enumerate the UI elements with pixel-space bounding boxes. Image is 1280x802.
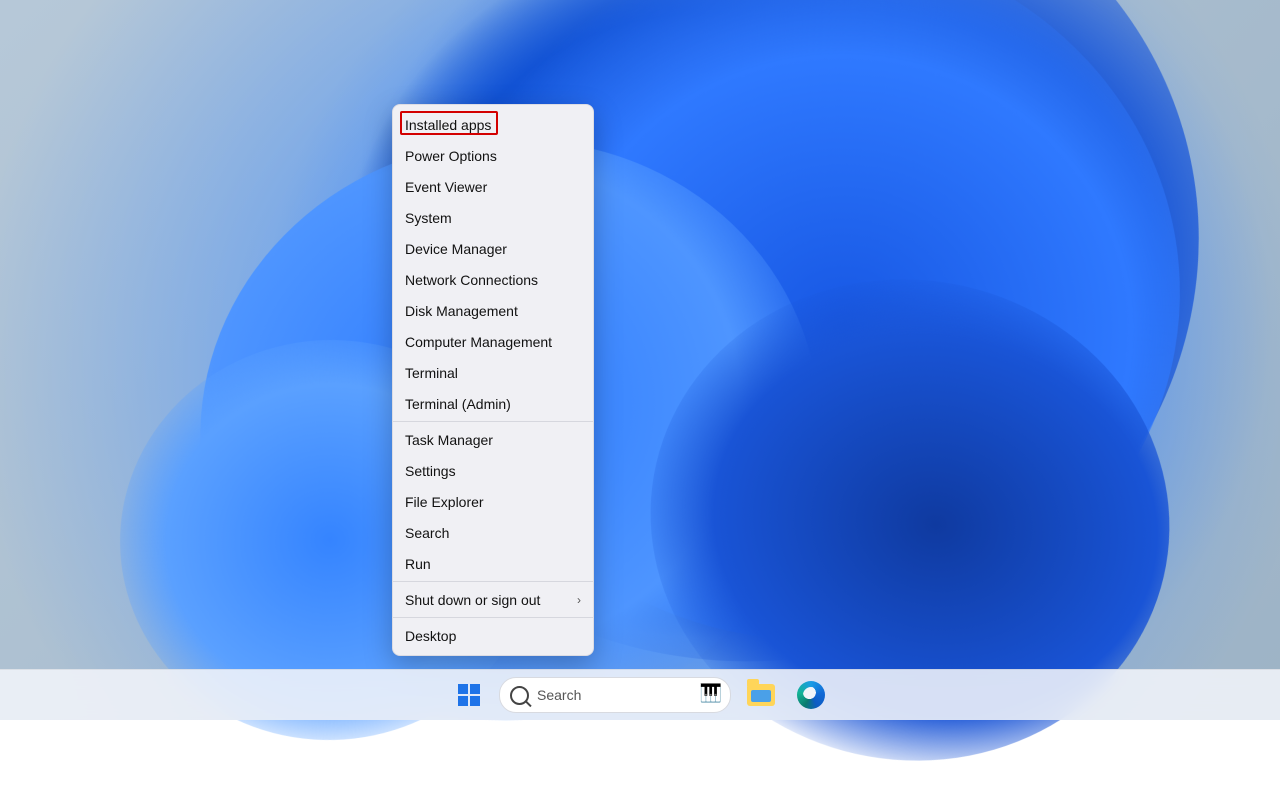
file-explorer-icon [747,684,775,706]
menu-item-terminal-admin[interactable]: Terminal (Admin) [393,388,593,419]
menu-item-system[interactable]: System [393,202,593,233]
taskbar-edge-button[interactable] [791,675,831,715]
menu-item-device-manager[interactable]: Device Manager [393,233,593,264]
windows-logo-icon [458,684,480,706]
menu-item-event-viewer[interactable]: Event Viewer [393,171,593,202]
microsoft-edge-icon [797,681,825,709]
menu-item-shut-down-or-sign-out[interactable]: Shut down or sign out › [393,584,593,615]
menu-separator [393,421,593,422]
taskbar: Search 🎹 [0,669,1280,720]
search-icon [510,686,529,705]
menu-item-settings[interactable]: Settings [393,455,593,486]
menu-item-computer-management[interactable]: Computer Management [393,326,593,357]
menu-item-installed-apps[interactable]: Installed apps [393,109,593,140]
menu-item-network-connections[interactable]: Network Connections [393,264,593,295]
start-button[interactable] [449,675,489,715]
menu-separator [393,617,593,618]
menu-item-run[interactable]: Run [393,548,593,579]
taskbar-file-explorer-button[interactable] [741,675,781,715]
menu-separator [393,581,593,582]
desktop-wallpaper[interactable] [0,0,1280,720]
search-placeholder: Search [537,687,581,703]
taskbar-search-box[interactable]: Search 🎹 [499,677,731,713]
menu-item-file-explorer[interactable]: File Explorer [393,486,593,517]
menu-item-task-manager[interactable]: Task Manager [393,424,593,455]
chevron-right-icon: › [577,593,581,607]
menu-item-terminal[interactable]: Terminal [393,357,593,388]
search-highlight-doodle-icon: 🎹 [700,683,722,704]
menu-item-desktop[interactable]: Desktop [393,620,593,651]
menu-item-disk-management[interactable]: Disk Management [393,295,593,326]
power-user-context-menu: Installed apps Power Options Event Viewe… [392,104,594,656]
menu-item-search[interactable]: Search [393,517,593,548]
menu-item-power-options[interactable]: Power Options [393,140,593,171]
